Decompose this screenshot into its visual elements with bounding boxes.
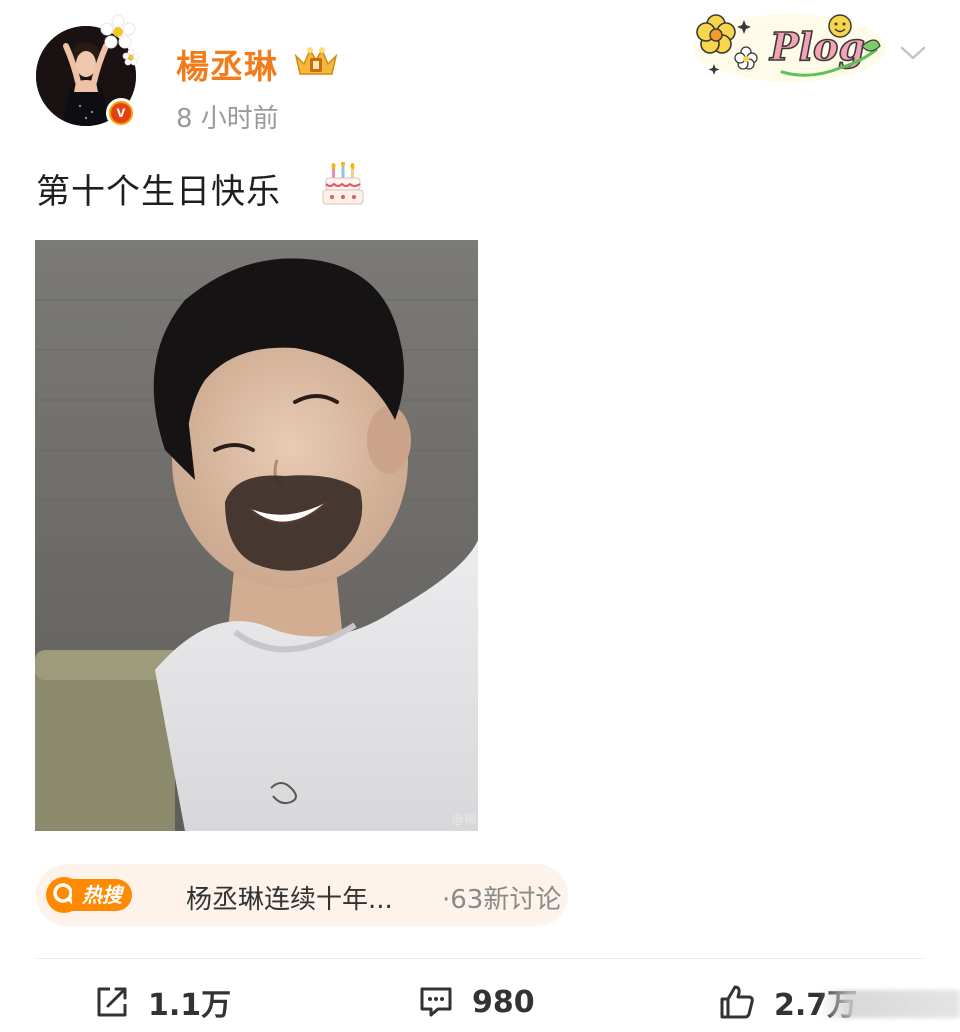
verified-icon: v [106, 98, 136, 128]
hot-search-discussion-count: ·63新讨论 [442, 885, 562, 915]
comment-icon [420, 987, 452, 1017]
small-flower-icon [122, 48, 140, 66]
photo-watermark: @楊 [451, 812, 476, 826]
comment-count: 980 [472, 984, 535, 1020]
username[interactable]: 楊丞琳 [176, 40, 278, 88]
vip-crown-icon[interactable] [292, 44, 340, 80]
chevron-down-icon[interactable] [898, 38, 928, 68]
repost-button[interactable]: 1.1万 [94, 982, 232, 1023]
flower-decoration-icon [100, 14, 136, 49]
post-photo[interactable]: @楊 [35, 240, 478, 831]
hot-search-logo: 热搜 [46, 877, 176, 913]
blurred-watermark [820, 990, 960, 1018]
avatar-wrapper[interactable]: v [36, 14, 140, 128]
repost-count: 1.1万 [148, 988, 232, 1023]
like-icon [720, 985, 754, 1019]
hot-search-tag: 热搜 [72, 879, 132, 911]
plog-sticker[interactable]: Plog [690, 6, 886, 84]
post-photo-image [35, 240, 478, 831]
comment-button[interactable]: 980 [418, 982, 535, 1022]
post-text: 第十个生日快乐 [36, 172, 281, 212]
action-divider [36, 958, 924, 959]
cake-emoji-icon [322, 162, 364, 205]
hot-search-title[interactable]: 杨丞琳连续十年... [186, 879, 393, 916]
repost-icon [97, 987, 127, 1017]
post-time: 8 小时前 [176, 104, 279, 134]
hot-search-chip[interactable]: 热搜 杨丞琳连续十年... ·63新讨论 [36, 864, 568, 926]
